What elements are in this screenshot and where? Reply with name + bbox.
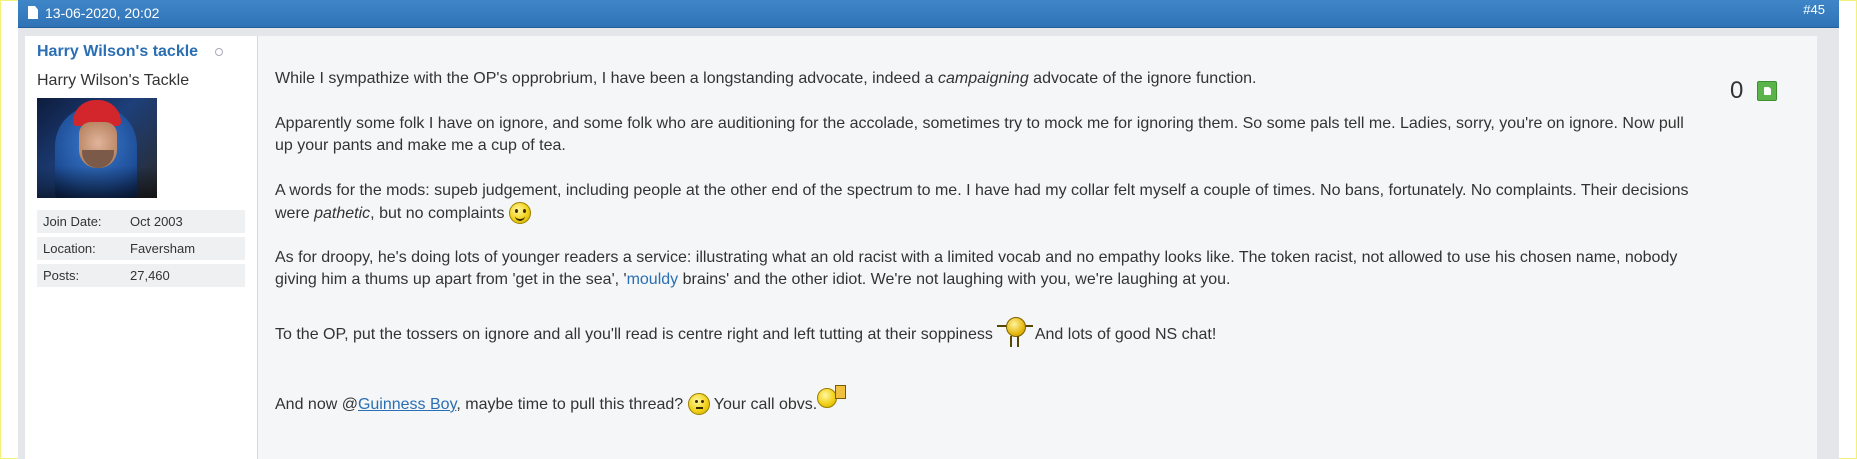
join-date-label: Join Date: (43, 214, 102, 229)
mention-link[interactable]: Guinness Boy (358, 396, 456, 413)
message-paragraph-1: While I sympathize with the OP's opprobr… (275, 70, 1257, 87)
location-label: Location: (43, 241, 96, 256)
thinking-smiley-icon (687, 393, 710, 415)
location-row: Location: Faversham (37, 237, 245, 260)
join-date-row: Join Date: Oct 2003 (37, 210, 245, 233)
mouldy-link[interactable]: mouldy (627, 271, 679, 288)
thumbs-up-icon[interactable] (1757, 81, 1777, 101)
document-icon (28, 6, 38, 19)
dancing-smiley-icon (997, 317, 1034, 347)
beer-smiley-icon (817, 385, 847, 408)
username-link[interactable]: Harry Wilson's tackle (37, 43, 198, 61)
posts-value: 27,460 (130, 268, 170, 283)
message-paragraph-4: As for droopy, he's doing lots of younge… (275, 249, 1678, 288)
user-info-list: Join Date: Oct 2003 Location: Faversham … (37, 210, 245, 291)
post-number-link[interactable]: #45 (1803, 2, 1825, 17)
message-paragraph-6: And now @Guinness Boy, maybe time to pul… (275, 385, 847, 416)
user-title: Harry Wilson's Tackle (37, 72, 190, 89)
message-paragraph-3: A words for the mods: supeb judgement, i… (275, 182, 1689, 224)
message-paragraph-2: Apparently some folk I have on ignore, a… (275, 115, 1684, 154)
location-value: Faversham (130, 241, 196, 256)
grin-smiley-icon (508, 202, 531, 224)
posts-row: Posts: 27,460 (37, 264, 245, 287)
reputation-count: 0 (1730, 77, 1744, 104)
join-date-value: Oct 2003 (130, 214, 183, 229)
message-paragraph-5: To the OP, put the tossers on ignore and… (275, 317, 1216, 347)
avatar[interactable] (37, 98, 157, 198)
post-date: 13-06-2020, 20:02 (45, 5, 160, 21)
posts-label: Posts: (43, 268, 80, 283)
post-header: 13-06-2020, 20:02 #45 (18, 0, 1839, 28)
online-status-icon (215, 48, 223, 56)
